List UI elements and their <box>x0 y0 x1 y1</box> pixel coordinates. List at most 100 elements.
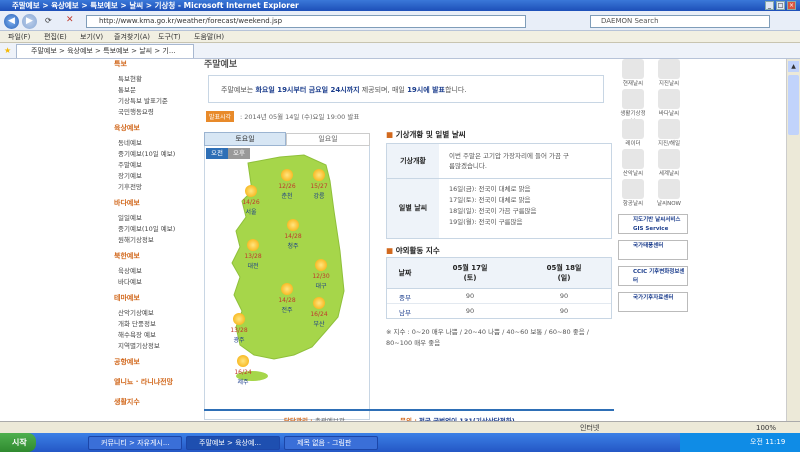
city-name[interactable]: 강릉 <box>304 191 334 200</box>
quicklink-label[interactable]: 항공날씨 <box>618 199 648 207</box>
city-name[interactable]: 대전 <box>238 261 268 270</box>
quicklink-icon[interactable] <box>622 119 644 139</box>
nav-section-title[interactable]: 바다예보 <box>114 198 140 208</box>
nav-item[interactable]: 바다예보 <box>118 276 142 286</box>
quicklink-icon[interactable] <box>622 59 644 79</box>
stop-icon[interactable]: ✕ <box>66 15 74 25</box>
menu-view[interactable]: 보기(V) <box>80 31 103 43</box>
search-input[interactable]: DAEMON Search <box>590 15 770 28</box>
scroll-up-icon[interactable]: ▲ <box>788 61 799 72</box>
sunny-icon <box>313 297 325 309</box>
quicklink-label[interactable]: 지진/해일 <box>654 139 684 147</box>
tab-sunday[interactable]: 일요일 <box>286 133 370 146</box>
sunny-icon <box>247 239 259 251</box>
quicklink-label[interactable]: 바다날씨 <box>654 109 684 117</box>
nav-item[interactable]: 중기예보(10일 예보) <box>118 223 175 233</box>
quicklink-icon[interactable] <box>658 119 680 139</box>
minimize-button[interactable]: _ <box>765 1 774 10</box>
city-name[interactable]: 전주 <box>272 305 302 314</box>
nav-item[interactable]: 중기예보(10일 예보) <box>118 148 175 158</box>
quicklink-icon[interactable] <box>622 89 644 109</box>
nav-item[interactable]: 개화 단풍정보 <box>118 318 156 328</box>
city-name[interactable]: 광주 <box>224 335 254 344</box>
statusbar: 인터넷 100% <box>0 421 800 433</box>
tab-saturday[interactable]: 토요일 <box>204 132 286 146</box>
menu-favorites[interactable]: 즐겨찾기(A) <box>114 31 150 43</box>
quicklink-icon[interactable] <box>658 89 680 109</box>
quicklink-label[interactable]: 산악날씨 <box>618 169 648 177</box>
tab-label: 주말예보 > 육상예보 > 특보예보 > 날씨 > 기... <box>31 47 176 55</box>
nav-item[interactable]: 기후전망 <box>118 181 142 191</box>
outdoor-row-central-sat: 90 <box>465 292 475 300</box>
nav-section-title[interactable]: 테마예보 <box>114 293 140 303</box>
page-title: 주말예보 <box>204 60 238 70</box>
close-button[interactable]: × <box>787 1 796 10</box>
quicklink-icon[interactable] <box>658 59 680 79</box>
quicklink-icon[interactable] <box>658 149 680 169</box>
nav-item[interactable]: 해수욕장 예보 <box>118 329 156 339</box>
service-banner[interactable]: 국가태풍센터 <box>618 240 688 260</box>
task-community[interactable]: 커뮤니티 > 자유게시... <box>88 436 182 450</box>
favorites-star-icon[interactable]: ★ <box>4 46 11 55</box>
service-banner[interactable]: 지도기반 날씨서비스 GIS Service <box>618 214 688 234</box>
nav-section-title[interactable]: 생활지수 <box>114 397 140 407</box>
nav-item[interactable]: 기상특보 발표기준 <box>118 95 168 105</box>
city-name[interactable]: 서울 <box>236 207 266 216</box>
quicklink-label[interactable]: 세계날씨 <box>654 169 684 177</box>
menu-help[interactable]: 도움말(H) <box>194 31 224 43</box>
city-temperature: 14/28 <box>278 297 296 304</box>
refresh-icon[interactable]: ⟳ <box>45 16 52 25</box>
nav-section-title[interactable]: 육상예보 <box>114 123 140 133</box>
nav-item[interactable]: 원해기상정보 <box>118 234 154 244</box>
nav-item[interactable]: 산악기상예보 <box>118 307 154 317</box>
city-name[interactable]: 부산 <box>304 319 334 328</box>
city-temperature: 13/28 <box>230 327 248 334</box>
city-temperature: 12/26 <box>278 183 296 190</box>
menu-file[interactable]: 파일(F) <box>8 31 30 43</box>
quicklink-label[interactable]: 날씨NOW <box>654 199 684 207</box>
nav-item[interactable]: 육상예보 <box>118 265 142 275</box>
nav-item[interactable]: 국민행동요령 <box>118 106 154 116</box>
city-name[interactable]: 춘천 <box>272 191 302 200</box>
nav-item[interactable]: 지역별기상정보 <box>118 340 160 350</box>
scroll-thumb[interactable] <box>788 75 799 135</box>
quicklink-label[interactable]: 레이더 <box>618 139 648 147</box>
nav-item[interactable]: 일일예보 <box>118 212 142 222</box>
outdoor-row-central-sun: 90 <box>559 292 569 300</box>
city-temperature: 12/30 <box>312 273 330 280</box>
nav-item[interactable]: 주말예보 <box>118 159 142 169</box>
city-name[interactable]: 청주 <box>278 241 308 250</box>
nav-section-title[interactable]: 특보 <box>114 59 127 69</box>
nav-item[interactable]: 통보문 <box>118 84 136 94</box>
nav-item[interactable]: 장기예보 <box>118 170 142 180</box>
forward-button[interactable]: ▶ <box>22 14 37 29</box>
service-banner[interactable]: 국가기후자료센터 <box>618 292 688 312</box>
task-weekend-forecast[interactable]: 주말예보 > 육상예... <box>186 436 280 450</box>
quicklink-label[interactable]: 현재날씨 <box>618 79 648 87</box>
nav-section-title[interactable]: 엘니뇨 · 라니냐전망 <box>114 377 173 387</box>
menu-tools[interactable]: 도구(T) <box>158 31 181 43</box>
task-paint[interactable]: 제목 없음 - 그림판 <box>284 436 378 450</box>
browser-tab[interactable]: 주말예보 > 육상예보 > 특보예보 > 날씨 > 기... <box>16 44 194 58</box>
outlook-label-general: 기상개황 <box>387 144 439 178</box>
city-name[interactable]: 대구 <box>306 281 336 290</box>
quicklink-label[interactable]: 지진날씨 <box>654 79 684 87</box>
service-banner[interactable]: CCIC 기후변화정보센터 <box>618 266 688 286</box>
menu-edit[interactable]: 편집(E) <box>44 31 67 43</box>
url-input[interactable]: http://www.kma.go.kr/weather/forecast/we… <box>86 15 526 28</box>
nav-item[interactable]: 특보현황 <box>118 73 142 83</box>
clock: 오전 11:19 <box>750 438 786 446</box>
quicklink-icon[interactable] <box>622 179 644 199</box>
back-button[interactable]: ◀ <box>4 14 19 29</box>
city-name[interactable]: 제주 <box>228 377 258 386</box>
maximize-button[interactable]: □ <box>776 1 785 10</box>
nav-section-title[interactable]: 공항예보 <box>114 357 140 367</box>
scrollbar[interactable]: ▲ <box>786 59 800 433</box>
city-temperature: 13/28 <box>244 253 262 260</box>
quicklink-icon[interactable] <box>658 179 680 199</box>
nav-section-title[interactable]: 북한예보 <box>114 251 140 261</box>
sunny-icon <box>237 355 249 367</box>
nav-item[interactable]: 동네예보 <box>118 137 142 147</box>
quicklink-icon[interactable] <box>622 149 644 169</box>
start-button[interactable]: 시작 <box>0 433 36 452</box>
